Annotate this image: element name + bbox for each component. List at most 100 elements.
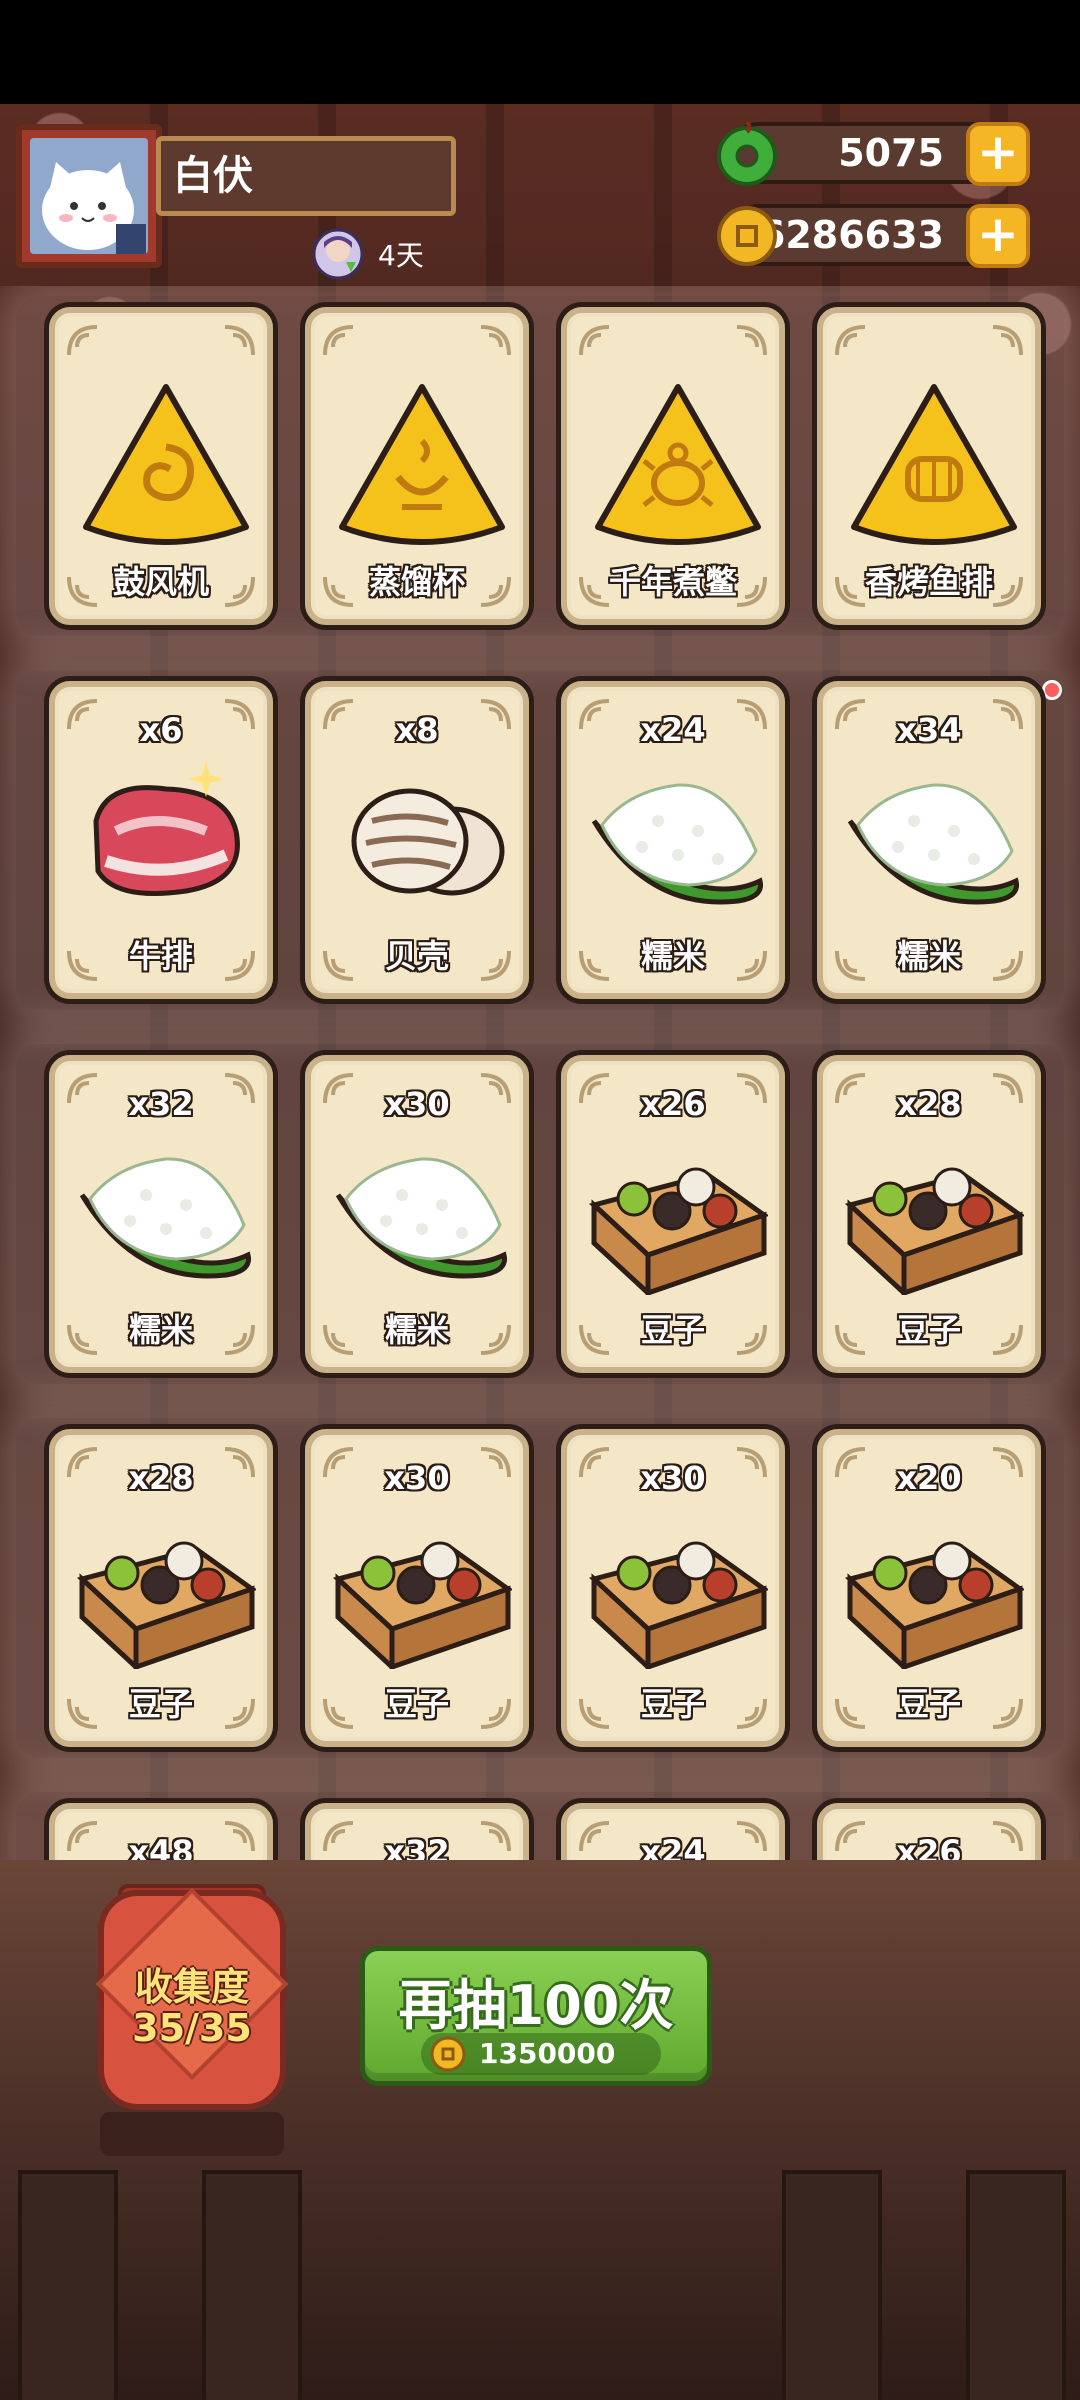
reward-card[interactable]: x8 贝壳 — [300, 676, 534, 1004]
status-bar — [0, 0, 1080, 104]
cat-avatar-icon — [30, 138, 148, 254]
card-quantity: x34 — [896, 711, 962, 749]
reward-card[interactable]: 香烤鱼排 — [812, 302, 1046, 630]
reward-card[interactable]: x6 牛排 — [44, 676, 278, 1004]
bean-box-icon — [588, 1541, 768, 1669]
corner-swirl-icon — [224, 325, 255, 356]
card-quantity: x26 — [896, 1833, 962, 1860]
card-label: 牛排 — [128, 937, 193, 975]
card-quantity: x32 — [384, 1833, 450, 1860]
days-text: 4天 — [378, 239, 424, 272]
fence-post — [202, 2170, 302, 2400]
rice-leaf-icon — [79, 1157, 252, 1279]
draw-again-button[interactable]: 再抽100次 1350000 — [360, 1946, 712, 2086]
player-avatar[interactable] — [16, 124, 162, 268]
corner-swirl-icon — [480, 325, 511, 356]
bean-box-icon — [332, 1541, 512, 1669]
reward-card[interactable]: x26 豆子 — [556, 1050, 790, 1378]
card-label: 豆子 — [640, 1685, 705, 1723]
corner-swirl-icon — [992, 325, 1023, 356]
card-quantity: x28 — [896, 1085, 962, 1123]
reward-card[interactable]: x24 糯米 — [556, 676, 790, 1004]
card-quantity: x28 — [128, 1459, 194, 1497]
reward-card[interactable]: x28 豆子 — [812, 1050, 1046, 1378]
gold-triangle-spiral-icon — [83, 384, 249, 545]
login-days: 4天 — [312, 226, 424, 282]
card-quantity: x20 — [896, 1459, 962, 1497]
card-quantity: x24 — [640, 711, 706, 749]
corner-swirl-icon — [736, 325, 767, 356]
reward-card[interactable]: x32 糯米 — [44, 1050, 278, 1378]
reward-card[interactable]: x48 — [44, 1798, 278, 1860]
add-gold-button[interactable]: + — [966, 204, 1030, 268]
add-jade-button[interactable]: + — [966, 122, 1030, 186]
reward-card[interactable]: x26 — [812, 1798, 1046, 1860]
card-quantity: x6 — [139, 711, 183, 749]
card-quantity: x32 — [128, 1085, 194, 1123]
gold-coin-icon — [430, 2036, 466, 2072]
jade-currency: 5075 + — [717, 120, 1030, 186]
rice-leaf-icon — [335, 1157, 508, 1279]
steak-icon — [93, 761, 240, 896]
plus-icon: + — [977, 123, 1019, 181]
rice-leaf-icon — [847, 783, 1020, 905]
reward-card[interactable]: 蒸馏杯 — [300, 302, 534, 630]
card-label: 蒸馏杯 — [368, 563, 465, 601]
card-quantity: x48 — [128, 1833, 194, 1860]
reward-card[interactable]: x30 糯米 — [300, 1050, 534, 1378]
corner-swirl-icon — [835, 325, 866, 356]
reward-card[interactable]: x32 — [300, 1798, 534, 1860]
avatar-image — [30, 138, 148, 254]
reward-card[interactable]: x24 — [556, 1798, 790, 1860]
reward-card[interactable]: x34 糯米 — [812, 676, 1046, 1004]
draw-cost-amount: 1350000 — [479, 2037, 616, 2070]
gold-coin-icon — [717, 206, 777, 266]
bean-box-icon — [76, 1541, 256, 1669]
card-quantity: x30 — [640, 1459, 706, 1497]
reward-card[interactable]: x20 豆子 — [812, 1424, 1046, 1752]
fence-post — [782, 2170, 882, 2400]
reward-card[interactable]: 千年煮鳖 — [556, 302, 790, 630]
card-quantity: x8 — [395, 711, 439, 749]
reward-card[interactable]: x28 豆子 — [44, 1424, 278, 1752]
character-portrait-icon — [312, 228, 364, 280]
card-quantity: x26 — [640, 1085, 706, 1123]
corner-swirl-icon — [579, 325, 610, 356]
card-label: 糯米 — [128, 1311, 193, 1349]
rice-leaf-icon — [591, 783, 764, 905]
plus-icon: + — [977, 205, 1019, 263]
reward-card[interactable]: x30 豆子 — [556, 1424, 790, 1752]
corner-swirl-icon — [323, 325, 354, 356]
gold-currency: 26286633 + — [717, 204, 1030, 268]
card-label: 糯米 — [640, 937, 705, 975]
gold-triangle-cup-icon — [339, 384, 505, 545]
reward-grid: 鼓风机蒸馏杯 千年煮鳖 香烤鱼排 x6 牛排 x8 贝壳 x24 糯米 x34 糯米 x32 糯米 x30… — [0, 286, 1080, 1860]
bean-box-icon — [844, 1167, 1024, 1295]
card-label: 豆子 — [384, 1685, 449, 1723]
shell-icon — [351, 788, 505, 896]
collection-progress: 35/35 — [132, 2006, 252, 2050]
bean-box-icon — [588, 1167, 768, 1295]
card-label: 豆子 — [896, 1685, 961, 1723]
player-name: 白伏 — [156, 136, 456, 216]
fence-post — [18, 2170, 118, 2400]
card-label: 糯米 — [896, 937, 961, 975]
card-quantity: x30 — [384, 1085, 450, 1123]
bean-box-icon — [844, 1541, 1024, 1669]
fence-post — [966, 2170, 1066, 2400]
card-label: 香烤鱼排 — [864, 563, 993, 601]
gold-triangle-turtle-icon — [595, 384, 761, 545]
card-label: 豆子 — [640, 1311, 705, 1349]
corner-swirl-icon — [67, 325, 98, 356]
reward-card[interactable]: 鼓风机 — [44, 302, 278, 630]
collection-lantern[interactable]: 收集度 35/35 — [95, 1887, 289, 2110]
reward-card[interactable]: x30 豆子 — [300, 1424, 534, 1752]
draw-cost: 1350000 — [421, 2033, 661, 2075]
gold-triangle-fish-icon — [851, 384, 1017, 545]
card-label: 贝壳 — [384, 937, 449, 975]
collection-title: 收集度 — [134, 1965, 249, 2009]
jade-amount: 5075 — [838, 131, 944, 175]
draw-button-label: 再抽100次 — [398, 1974, 674, 2037]
card-quantity: x30 — [384, 1459, 450, 1497]
card-label: 千年煮鳖 — [608, 563, 737, 601]
